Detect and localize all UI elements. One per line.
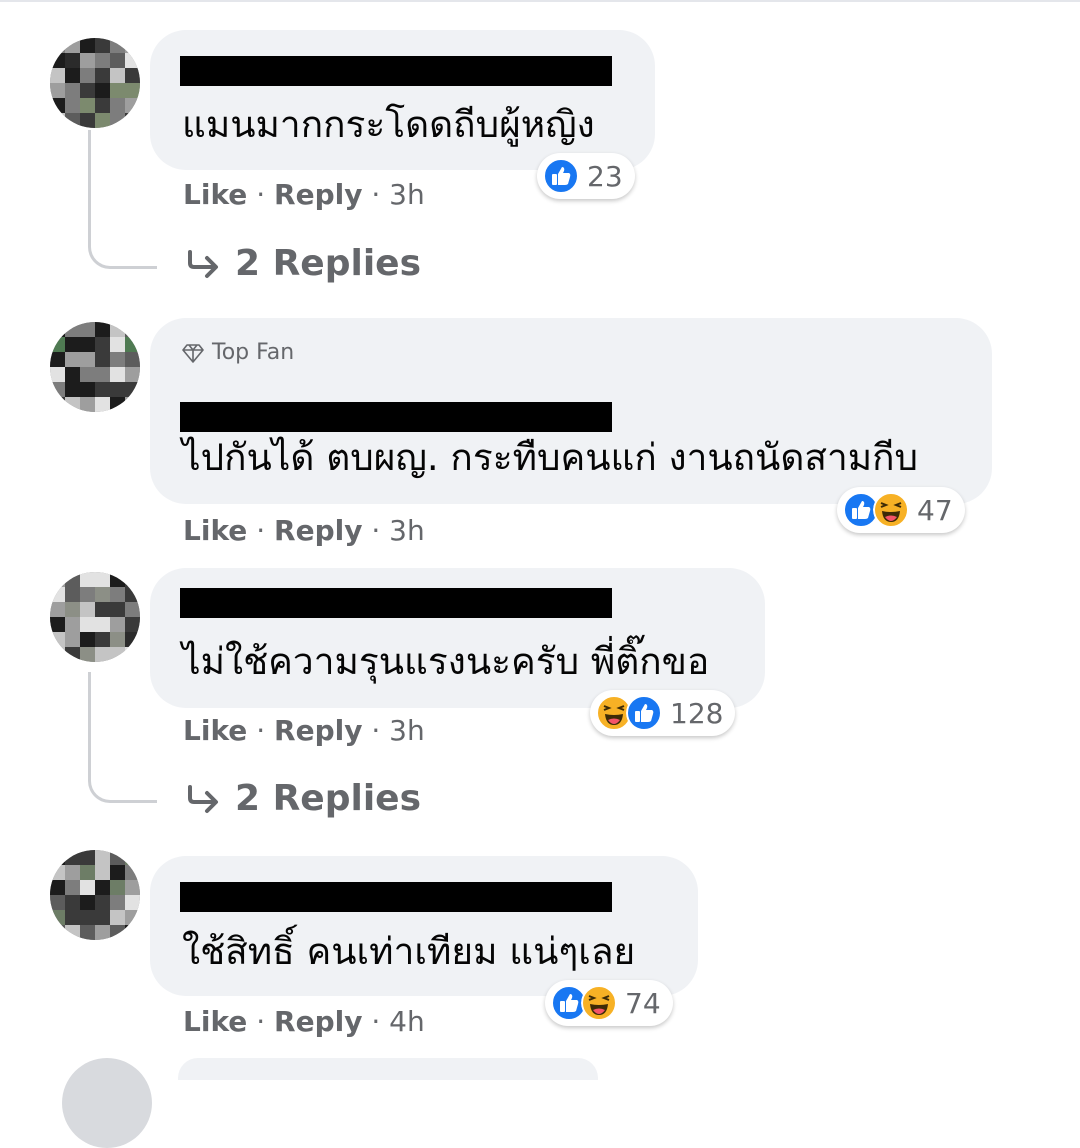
timestamp[interactable]: 4h [389, 1005, 425, 1038]
like-link[interactable]: Like [183, 1005, 247, 1038]
reaction-summary[interactable]: 23 [537, 153, 635, 199]
like-link[interactable]: Like [183, 514, 247, 547]
like-link[interactable]: Like [183, 178, 247, 211]
comment-text: ใช้สิทธิ์ คนเท่าเทียม แน่ๆเลย [182, 930, 636, 973]
reaction-summary[interactable]: 47 [837, 487, 965, 533]
reply-arrow-icon [188, 249, 218, 278]
reply-link[interactable]: Reply [274, 178, 362, 211]
comment-actions: Like · Reply · 3h [183, 714, 425, 747]
reaction-count: 74 [625, 986, 661, 1020]
reply-thread-line [88, 672, 157, 803]
badge-label: Top Fan [212, 340, 295, 365]
reaction-summary[interactable]: 74 [545, 980, 673, 1026]
comment-bubble: Top Fan ไปกันได้ ตบผญ. กระทืบคนแก่ งานถน… [150, 318, 992, 504]
like-icon [626, 695, 662, 731]
view-replies-button[interactable]: 2 Replies [185, 243, 421, 284]
redacted-author-name[interactable] [180, 402, 612, 432]
redacted-author-name[interactable] [180, 588, 612, 618]
timestamp[interactable]: 3h [389, 714, 425, 747]
reply-link[interactable]: Reply [274, 714, 362, 747]
like-icon [543, 158, 579, 194]
avatar[interactable] [50, 38, 140, 128]
comment-bubble: ใช้สิทธิ์ คนเท่าเทียม แน่ๆเลย [150, 856, 698, 996]
avatar[interactable] [62, 1058, 152, 1148]
reply-link[interactable]: Reply [274, 1005, 362, 1038]
replies-label: 2 Replies [235, 243, 422, 284]
comment-text: แมนมากกระโดดถีบผู้หญิง [182, 103, 595, 146]
reply-link[interactable]: Reply [274, 514, 362, 547]
avatar[interactable] [50, 850, 140, 940]
avatar[interactable] [50, 572, 140, 662]
comment-text: ไม่ใช้ความรุนแรงนะครับ พี่ติ๊กขอ [182, 640, 710, 683]
avatar[interactable] [50, 322, 140, 412]
reaction-count: 47 [917, 493, 953, 527]
comment-actions: Like · Reply · 3h [183, 514, 425, 547]
comment-bubble [178, 1058, 598, 1080]
reaction-count: 128 [670, 696, 724, 730]
haha-icon [873, 492, 909, 528]
like-link[interactable]: Like [183, 714, 247, 747]
top-divider [0, 0, 1080, 2]
comment-actions: Like · Reply · 4h [183, 1005, 425, 1038]
replies-label: 2 Replies [235, 778, 422, 819]
redacted-author-name[interactable] [180, 882, 612, 912]
comment-text: ไปกันได้ ตบผญ. กระทืบคนแก่ งานถนัดสามกีบ [182, 436, 919, 479]
haha-icon [581, 985, 617, 1021]
reply-thread-line [88, 130, 157, 269]
view-replies-button[interactable]: 2 Replies [185, 778, 421, 819]
timestamp[interactable]: 3h [389, 514, 425, 547]
top-fan-badge: Top Fan [182, 340, 294, 365]
reaction-count: 23 [587, 159, 623, 193]
comment-actions: Like · Reply · 3h [183, 178, 425, 211]
comment-bubble: แมนมากกระโดดถีบผู้หญิง [150, 30, 655, 170]
comment-bubble: ไม่ใช้ความรุนแรงนะครับ พี่ติ๊กขอ [150, 568, 765, 708]
timestamp[interactable]: 3h [389, 178, 425, 211]
redacted-author-name[interactable] [180, 56, 612, 86]
diamond-icon [182, 343, 204, 363]
reply-arrow-icon [188, 784, 218, 813]
reaction-summary[interactable]: 128 [590, 690, 736, 736]
